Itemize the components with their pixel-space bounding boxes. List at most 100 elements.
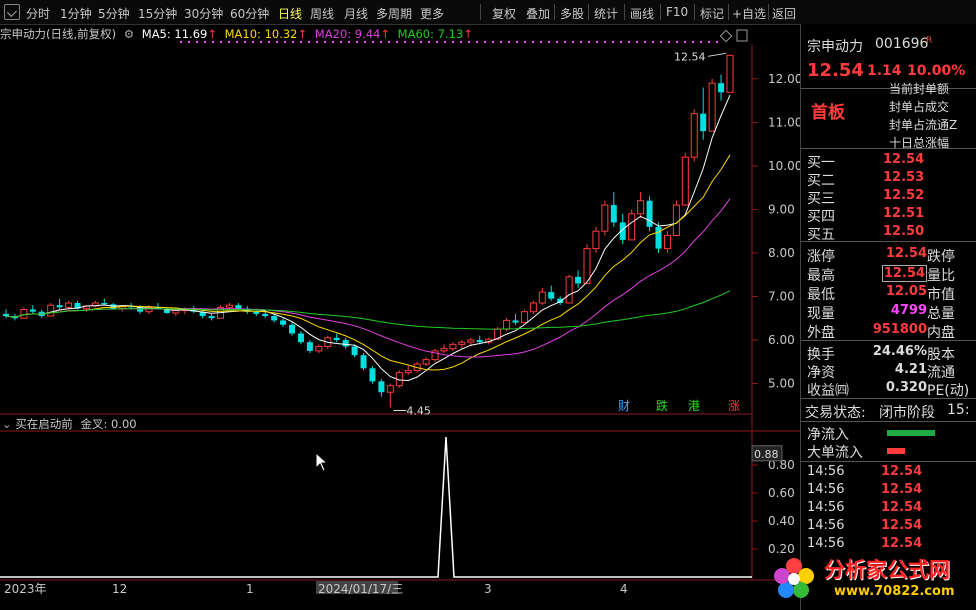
candle-body — [342, 340, 349, 347]
bid-price: 12.50 — [883, 224, 925, 239]
period-tab[interactable]: 分时 — [26, 5, 50, 22]
candle-body — [610, 205, 617, 223]
candle-body — [280, 320, 287, 325]
price-change-pct: 10.00% — [907, 63, 966, 79]
site-watermark: 分析家公式网 www.70822.com — [770, 552, 976, 608]
stat-label-2: 总量 — [927, 306, 955, 322]
toolbar-action-button[interactable]: 标记 — [700, 5, 724, 22]
period-tab[interactable]: 周线 — [310, 5, 334, 22]
candle-body — [378, 381, 385, 393]
stat-value: 24.46% — [872, 344, 927, 359]
tick-row: 14:56 12.54 — [801, 518, 976, 536]
toolbar-action-button[interactable]: +自选 — [732, 5, 766, 22]
toolbar-action-button[interactable]: 画线 — [630, 5, 654, 22]
toolbar-action-button[interactable]: 复权 — [492, 5, 516, 22]
menu-icon[interactable] — [4, 4, 20, 20]
stat-label-2: 跌停 — [927, 249, 955, 265]
quote-panel: 宗申动力 001696 R 12.54 1.14 10.00% 首板 当前封单额… — [800, 24, 976, 610]
candle-body — [655, 226, 662, 249]
flow-bar — [887, 430, 935, 436]
stock-code: 001696 — [875, 36, 929, 52]
tick-row: 14:56 12.54 — [801, 482, 976, 500]
indicator-axis-label: 0.40 — [768, 514, 795, 528]
bid-label: 买四 — [807, 209, 835, 225]
stat-row: 收益㈣ 0.320 PE(动) — [801, 380, 976, 399]
candle-body — [681, 156, 689, 206]
stock-name: 宗申动力 — [807, 39, 863, 55]
toolbar-separator — [588, 4, 589, 20]
bid-row[interactable]: 买四 12.51 — [801, 206, 976, 225]
candle-body — [29, 309, 36, 312]
price-axis-label: 5.00 — [768, 377, 795, 391]
bid-row[interactable]: 买二 12.53 — [801, 170, 976, 189]
candle-body — [404, 369, 412, 374]
toolbar-separator — [660, 4, 661, 20]
x-axis-label: 2023年 — [4, 582, 47, 594]
candle-body — [449, 343, 457, 350]
stat-label: 收益㈣ — [807, 383, 849, 399]
period-tab[interactable]: 更多 — [420, 5, 444, 22]
tick-price: 12.54 — [881, 482, 923, 497]
event-marker: 港 — [688, 399, 700, 413]
bid-price: 12.52 — [883, 188, 925, 203]
toolbar-action-button[interactable]: 统计 — [594, 5, 618, 22]
price-axis-label: 6.00 — [768, 333, 795, 347]
period-tab[interactable]: 1分钟 — [60, 5, 92, 22]
tick-price: 12.54 — [881, 464, 923, 479]
candle-body — [672, 204, 680, 237]
x-axis-label: 12 — [112, 582, 127, 594]
candle-body — [458, 341, 466, 345]
ma20-line — [5, 198, 731, 358]
kline-chart[interactable]: 12.00 11.00 10.00 9.00 8.00 7.00 6.00 5.00 12.54… — [0, 24, 800, 594]
period-toolbar: 分时 1分钟 5分钟 15分钟 30分钟 60分钟 日线 周线 月线 多周期 更多 复权 叠加 多股 统计… — [0, 0, 976, 25]
tick-time: 14:56 — [807, 500, 845, 515]
stat-label-2: 流通 — [927, 365, 955, 381]
candle-body — [47, 304, 55, 317]
period-tab[interactable]: 60分钟 — [230, 5, 269, 22]
stat-value: 12.05 — [885, 284, 927, 299]
stat-label: 最低 — [807, 287, 835, 303]
period-tab[interactable]: 多周期 — [376, 5, 412, 22]
period-tab[interactable]: 5分钟 — [98, 5, 130, 22]
candle-body — [565, 276, 573, 304]
last-price: 12.54 — [807, 60, 864, 81]
flow-bar — [887, 448, 905, 454]
x-axis-label: 2024/01/17/三 — [318, 582, 403, 594]
flow-label: 大单流入 — [807, 445, 863, 461]
flow-row: 大单流入 — [801, 442, 976, 461]
candle-body — [225, 304, 233, 308]
period-tab[interactable]: 30分钟 — [184, 5, 223, 22]
bid-price: 12.51 — [883, 206, 925, 221]
stat-label: 净资 — [807, 365, 835, 381]
candle-body — [529, 302, 537, 313]
toolbar-action-button[interactable]: F10 — [666, 5, 688, 19]
candle-body — [512, 320, 519, 323]
toolbar-action-button[interactable]: 多股 — [560, 5, 584, 22]
flower-logo-icon — [774, 558, 814, 598]
period-tab[interactable]: 月线 — [344, 5, 368, 22]
candle-body — [628, 213, 636, 241]
stat-value: 4799 — [890, 303, 927, 318]
candle-body — [315, 346, 323, 352]
bid-label: 买三 — [807, 191, 835, 207]
stat-value: 12.54 — [881, 265, 927, 282]
candle-body — [708, 82, 716, 132]
bid-row[interactable]: 买一 12.54 — [801, 152, 976, 171]
period-tab[interactable]: 日线 — [278, 5, 302, 22]
toolbar-action-button[interactable]: 返回 — [772, 5, 796, 22]
candle-body — [289, 324, 296, 334]
tick-row: 14:56 12.54 — [801, 500, 976, 518]
price-axis-label: 7.00 — [768, 289, 795, 303]
toolbar-action-button[interactable]: 叠加 — [526, 5, 550, 22]
candle-body — [467, 339, 475, 343]
bid-row[interactable]: 买五 12.50 — [801, 224, 976, 243]
diamond-icon — [719, 29, 733, 43]
bid-row[interactable]: 买三 12.52 — [801, 188, 976, 207]
candle-body — [351, 346, 358, 356]
tick-time: 14:56 — [807, 518, 845, 533]
toolbar-separator — [728, 4, 729, 20]
x-axis-label: 3 — [484, 582, 492, 594]
candle-body — [333, 337, 340, 340]
period-tab[interactable]: 15分钟 — [138, 5, 177, 22]
collapse-icon[interactable]: ⌄ — [2, 417, 12, 431]
